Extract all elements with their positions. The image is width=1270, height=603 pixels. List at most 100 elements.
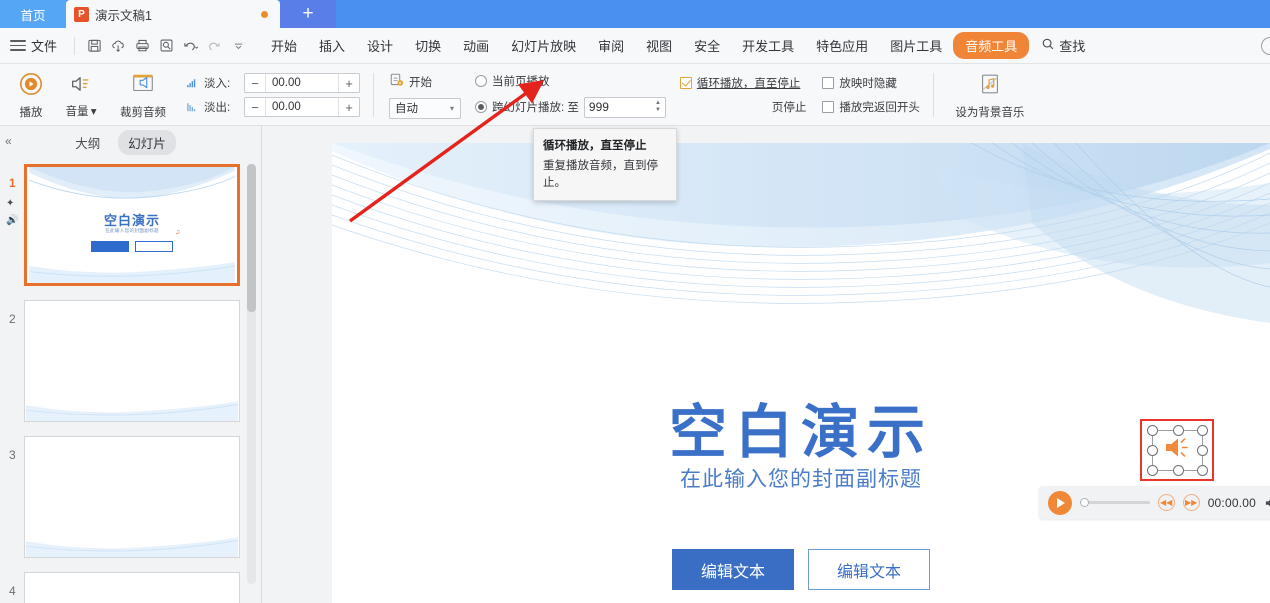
slide-thumbnail[interactable] [24, 436, 240, 558]
player-seek-slider[interactable] [1080, 496, 1150, 510]
volume-button[interactable]: 音量 ▾ [56, 67, 106, 123]
menu-item-start[interactable]: 开始 [260, 33, 308, 58]
hide-during-show-row[interactable]: 放映时隐藏 [822, 75, 920, 91]
list-item[interactable]: 3 [0, 436, 262, 572]
hamburger-icon[interactable] [10, 40, 26, 51]
menu-file-button[interactable]: 文件 [31, 36, 57, 55]
edit-text-button-primary[interactable]: 编辑文本 [672, 549, 794, 590]
tab-home-label: 首页 [20, 8, 46, 23]
rewind-after-play-checkbox[interactable] [822, 101, 835, 113]
menu-item-design[interactable]: 设计 [356, 33, 404, 58]
undo-icon[interactable] [178, 34, 202, 58]
play-button[interactable]: 播放 [6, 67, 56, 123]
menu-item-view[interactable]: 视图 [635, 33, 683, 58]
fade-in-plus-button[interactable]: + [339, 74, 359, 92]
resize-handle-bottom-left[interactable] [1147, 465, 1158, 476]
slide-thumbnail[interactable]: 空白演示 在此输入您的封面副标题 ♫ [24, 164, 240, 286]
stepper-down-icon[interactable]: ▼ [655, 107, 661, 113]
wps-presentation-window: 首页 P 演示文稿1 + 文件 开始 插入 设计 切换 动画 幻灯片放映 审阅 … [0, 0, 1270, 603]
presentation-file-icon: P [74, 6, 89, 22]
fade-in-value[interactable]: 00.00 [265, 74, 339, 92]
menu-divider [74, 36, 76, 55]
resize-handle-bottom-right[interactable] [1197, 465, 1208, 476]
play-current-slide-radio-row[interactable]: 当前页播放 [475, 73, 666, 89]
slide-canvas[interactable]: 空白演示 在此输入您的封面副标题 编辑文本 编辑文本 ◀◀ ▶▶ 00:00.0… [332, 143, 1270, 603]
play-current-slide-radio[interactable] [475, 74, 487, 87]
tab-home[interactable]: 首页 [0, 0, 66, 28]
fade-in-spinner[interactable]: − 00.00 + [244, 73, 360, 93]
print-preview-icon[interactable] [154, 34, 178, 58]
menu-item-insert[interactable]: 插入 [308, 33, 356, 58]
menu-item-featured-apps[interactable]: 特色应用 [805, 33, 879, 58]
customize-chevron-icon[interactable] [226, 34, 250, 58]
loop-playback-row[interactable]: 循环播放，直至停止 [679, 75, 807, 91]
stepper-up-icon[interactable]: ▲ [655, 100, 661, 106]
menu-item-slideshow[interactable]: 幻灯片放映 [500, 33, 587, 58]
slide-thumbnail[interactable] [24, 572, 240, 603]
rewind-after-play-label: 播放完返回开头 [839, 102, 920, 114]
search-label: 查找 [1059, 39, 1086, 54]
help-icon[interactable] [1261, 36, 1270, 55]
slide-title[interactable]: 空白演示 [332, 385, 1270, 469]
trim-audio-button[interactable]: 裁剪音频 [106, 67, 180, 123]
slide-thumbnail-list[interactable]: 1 ✦ 🔊 空白演示 在此输入您的封面副标题 ♫ 2 3 4 [0, 158, 262, 603]
menu-item-audio-tools[interactable]: 音频工具 [953, 32, 1030, 59]
slide-thumbnail[interactable] [24, 300, 240, 422]
redo-icon[interactable] [202, 34, 226, 58]
start-mode-dropdown[interactable]: 自动 ▾ [389, 97, 461, 119]
tab-outline[interactable]: 大纲 [65, 130, 110, 155]
fade-out-spinner[interactable]: − 00.00 + [244, 97, 360, 117]
resize-handle-middle-right[interactable] [1197, 445, 1208, 456]
list-item[interactable]: 2 [0, 300, 262, 436]
tab-slides[interactable]: 幻灯片 [118, 129, 176, 155]
search-button[interactable]: 查找 [1041, 36, 1085, 55]
save-icon[interactable] [82, 34, 106, 58]
slides-panel-scrollbar[interactable] [247, 164, 256, 584]
fade-out-value[interactable]: 00.00 [265, 98, 339, 116]
tab-document[interactable]: P 演示文稿1 [66, 0, 280, 28]
menu-item-review[interactable]: 审阅 [587, 33, 635, 58]
fade-in-minus-button[interactable]: − [245, 74, 265, 92]
list-item[interactable]: 4 [0, 572, 262, 603]
audio-speaker-object[interactable] [1140, 419, 1214, 481]
audio-player-bar[interactable]: ◀◀ ▶▶ 00:00.00 [1039, 486, 1270, 519]
stop-after-slides-input[interactable]: 999 ▲ ▼ [583, 96, 666, 118]
edit-text-button-secondary[interactable]: 编辑文本 [808, 549, 930, 590]
stop-after-suffix-label: 页停止 [771, 102, 807, 114]
stop-after-slides-stepper[interactable]: ▲ ▼ [655, 100, 661, 113]
player-volume-icon[interactable] [1264, 496, 1270, 510]
hide-during-show-checkbox[interactable] [822, 77, 835, 89]
tab-bar-empty-area [336, 0, 1270, 28]
player-rewind-button[interactable]: ◀◀ [1157, 494, 1175, 511]
menu-item-transition[interactable]: 切换 [404, 33, 452, 58]
player-play-button[interactable] [1048, 490, 1072, 515]
list-item[interactable]: 1 ✦ 🔊 空白演示 在此输入您的封面副标题 ♫ [0, 164, 262, 300]
resize-handle-middle-left[interactable] [1147, 445, 1158, 456]
resize-handle-bottom-center[interactable] [1173, 465, 1184, 476]
play-across-slides-radio-row[interactable]: 跨幻灯片播放: 至 999 ▲ ▼ [475, 96, 666, 118]
cloud-sync-icon[interactable] [106, 34, 130, 58]
ribbon-divider-2 [932, 72, 934, 117]
fade-out-minus-button[interactable]: − [245, 98, 265, 116]
print-icon[interactable] [130, 34, 154, 58]
seek-knob[interactable] [1080, 498, 1089, 507]
play-across-slides-radio[interactable] [475, 101, 487, 113]
stop-after-suffix-row: 页停止 [680, 99, 807, 115]
loop-playback-checkbox[interactable] [679, 77, 692, 89]
set-as-background-music-button[interactable]: 设为背景音乐 [947, 67, 1033, 123]
collapse-left-icon[interactable]: « [5, 134, 12, 148]
menu-item-security[interactable]: 安全 [683, 33, 731, 58]
tooltip-body: 重复播放音频，直到停止。 [543, 160, 658, 189]
menu-item-picture-tools[interactable]: 图片工具 [879, 33, 953, 58]
fade-in-icon [184, 76, 200, 90]
new-tab-button[interactable]: + [280, 0, 336, 28]
rewind-after-play-row[interactable]: 播放完返回开头 [822, 99, 920, 115]
menu-item-developer-tools[interactable]: 开发工具 [731, 33, 805, 58]
fade-out-plus-button[interactable]: + [339, 98, 359, 116]
scrollbar-thumb[interactable] [247, 164, 256, 312]
resize-handle-top-center[interactable] [1173, 425, 1184, 436]
player-forward-button[interactable]: ▶▶ [1182, 494, 1200, 511]
resize-handle-top-right[interactable] [1197, 425, 1208, 436]
menu-item-animation[interactable]: 动画 [452, 33, 500, 58]
resize-handle-top-left[interactable] [1147, 425, 1158, 436]
